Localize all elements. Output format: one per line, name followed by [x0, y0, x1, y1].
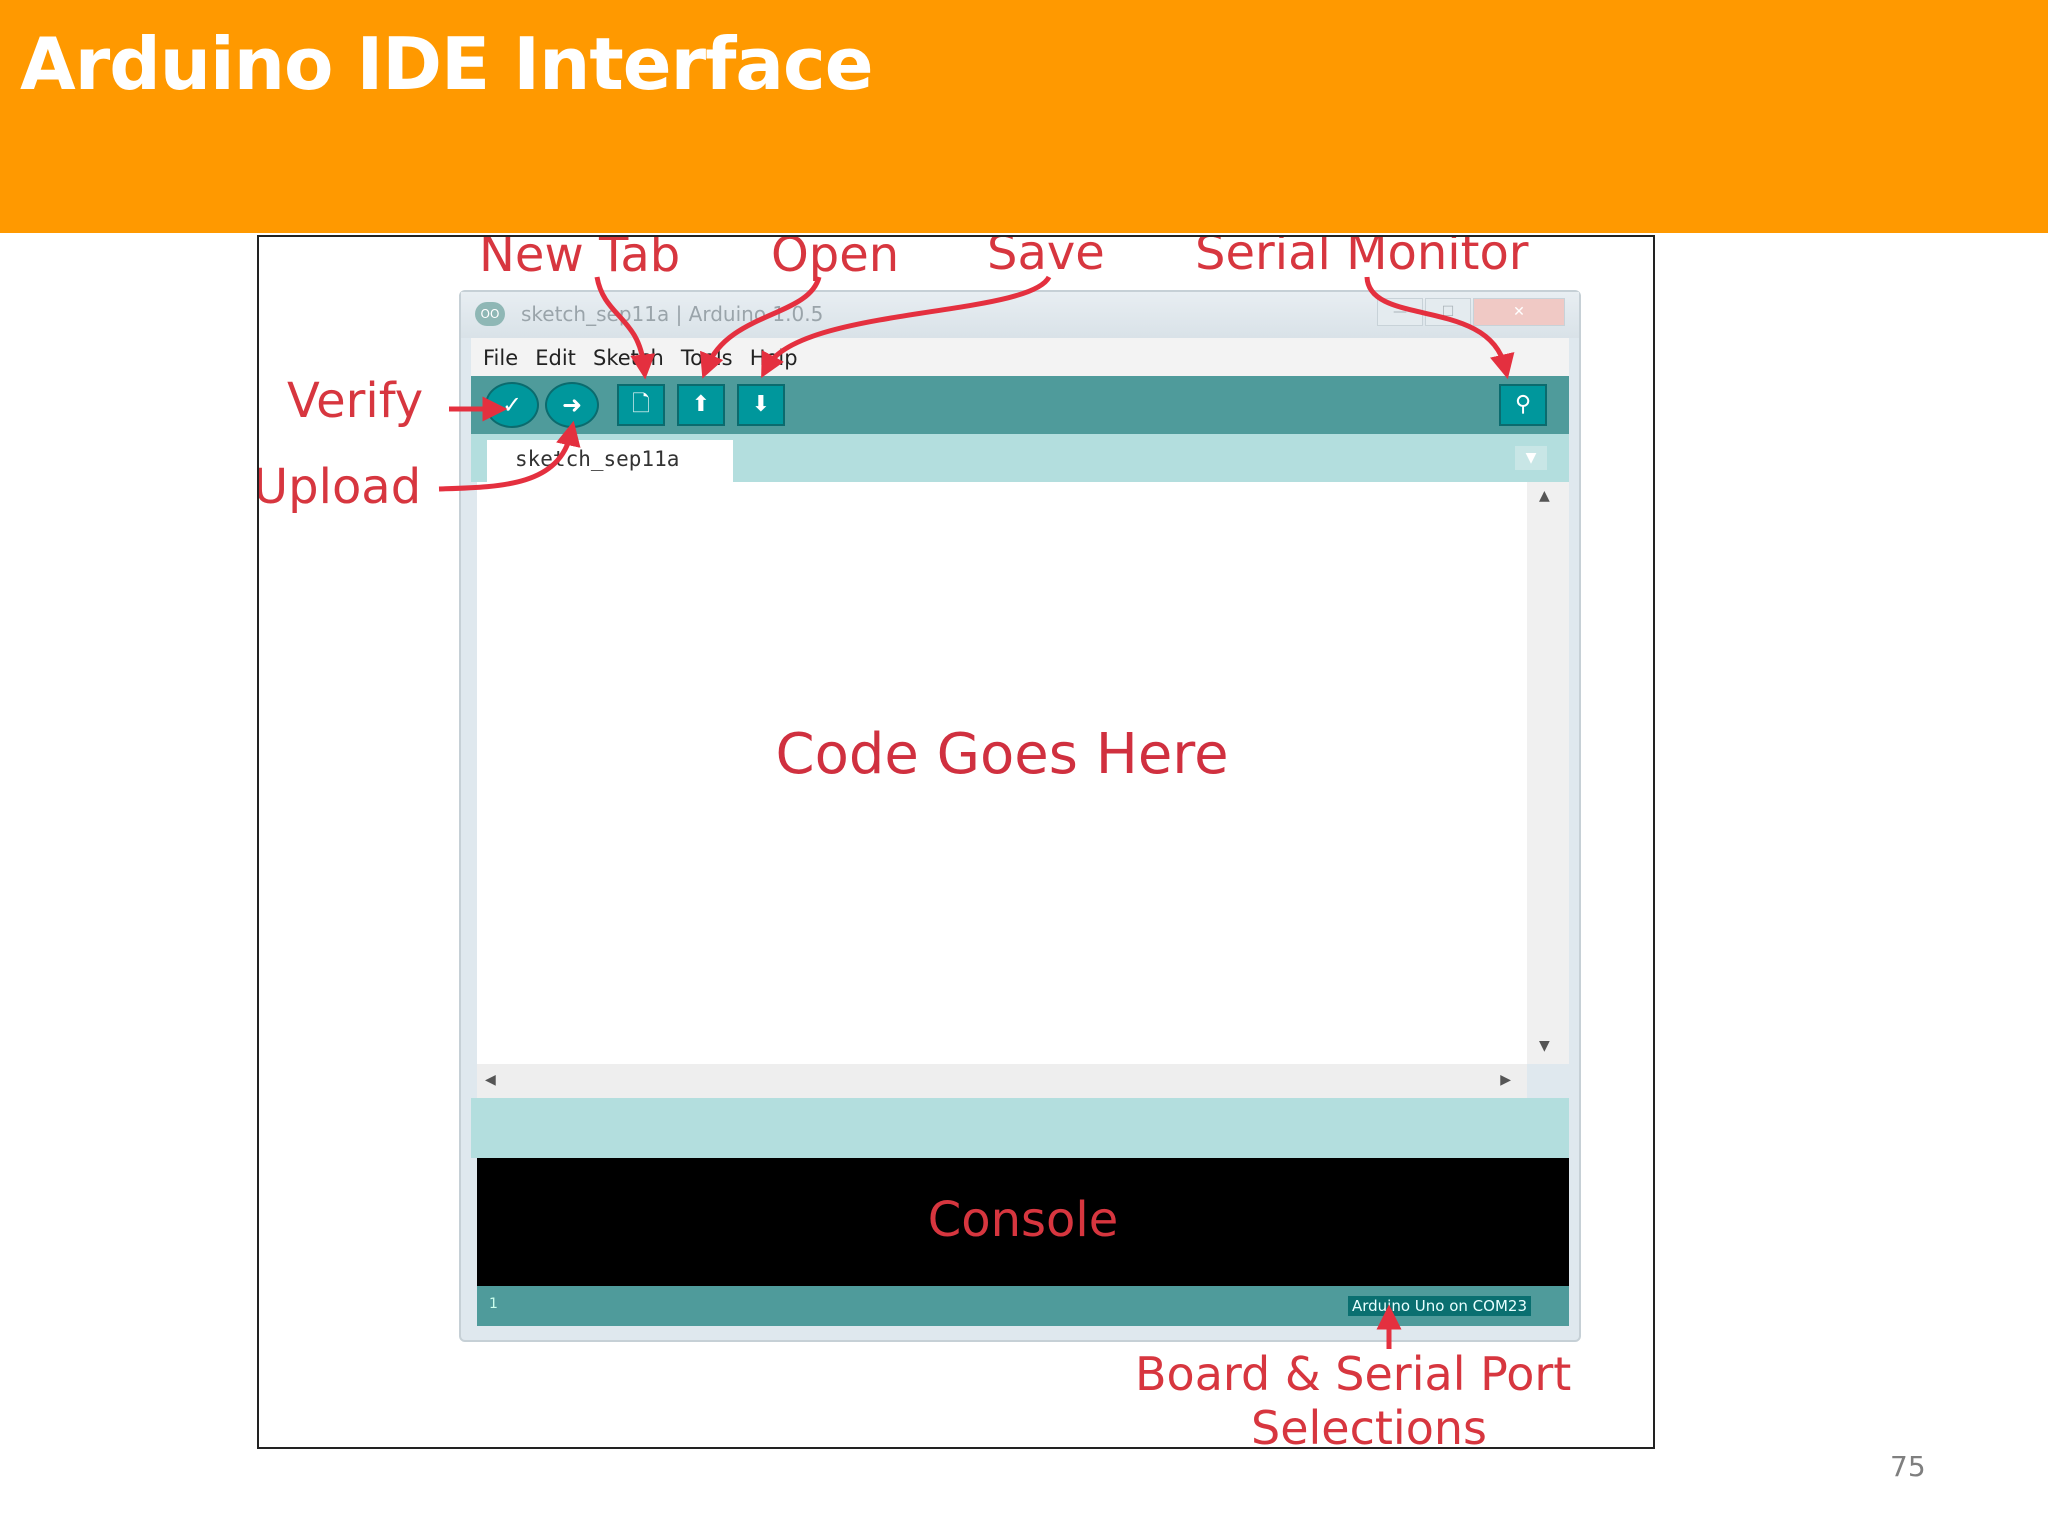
serial-monitor-button[interactable]: ⚲	[1499, 384, 1547, 426]
down-arrow-icon: ⬇	[751, 392, 771, 417]
ide-window: OO sketch_sep11a | Arduino 1.0.5 — ☐ ✕ Fil…	[459, 290, 1581, 1342]
console-output: Console	[477, 1158, 1569, 1286]
window-controls: — ☐ ✕	[1375, 298, 1565, 328]
code-editor[interactable]: Code Goes Here	[477, 482, 1527, 1064]
menu-edit[interactable]: Edit	[535, 346, 576, 370]
verify-button[interactable]: ✓	[485, 382, 539, 428]
checkmark-icon: ✓	[501, 391, 523, 419]
window-titlebar: OO sketch_sep11a | Arduino 1.0.5 — ☐ ✕	[461, 292, 1579, 338]
status-bar: 1 Arduino Uno on COM23	[477, 1286, 1569, 1326]
up-arrow-icon: ⬆	[691, 392, 711, 417]
scroll-down-icon[interactable]: ▼	[1539, 1038, 1550, 1054]
upload-button[interactable]: ➜	[545, 382, 599, 428]
scroll-up-icon[interactable]: ▲	[1539, 488, 1550, 504]
menu-tools[interactable]: Tools	[681, 346, 733, 370]
callout-new-tab: New Tab	[479, 235, 681, 283]
vertical-scrollbar[interactable]: ▲ ▼	[1527, 482, 1569, 1064]
message-area	[471, 1098, 1569, 1158]
board-port-indicator: Arduino Uno on COM23	[1347, 1296, 1531, 1316]
code-area-annotation: Code Goes Here	[775, 722, 1229, 787]
new-file-icon: 🗋	[632, 392, 650, 417]
right-arrow-icon: ➜	[561, 391, 583, 419]
minimize-icon[interactable]: —	[1377, 298, 1423, 326]
callout-serial-monitor: Serial Monitor	[1195, 235, 1529, 281]
new-button[interactable]: 🗋	[617, 384, 665, 426]
menu-file[interactable]: File	[483, 346, 518, 370]
toolbar: ✓ ➜ 🗋 ⬆ ⬇ ⚲	[471, 376, 1569, 434]
menubar: File Edit Sketch Tools Help	[471, 338, 1569, 376]
callout-verify: Verify	[287, 373, 424, 429]
figure-frame: OO sketch_sep11a | Arduino 1.0.5 — ☐ ✕ Fil…	[257, 235, 1655, 1449]
callout-open: Open	[771, 235, 900, 283]
arduino-logo-icon: OO	[475, 302, 505, 326]
save-button[interactable]: ⬇	[737, 384, 785, 426]
menu-help[interactable]: Help	[750, 346, 798, 370]
line-number: 1	[489, 1296, 498, 1312]
menu-sketch[interactable]: Sketch	[593, 346, 664, 370]
horizontal-scrollbar[interactable]: ◀ ▶	[477, 1064, 1527, 1098]
scroll-left-icon[interactable]: ◀	[485, 1072, 496, 1088]
callout-board-serial-line2: Selections	[1251, 1401, 1487, 1449]
console-annotation: Console	[927, 1192, 1119, 1248]
callout-upload: Upload	[257, 459, 422, 515]
tab-sketch[interactable]: sketch_sep11a	[487, 440, 733, 482]
callout-save: Save	[987, 235, 1105, 281]
page-number: 75	[1890, 1450, 1926, 1483]
scroll-right-icon[interactable]: ▶	[1500, 1072, 1511, 1088]
close-icon[interactable]: ✕	[1473, 298, 1565, 326]
chevron-down-icon[interactable]: ▼	[1515, 446, 1547, 470]
open-button[interactable]: ⬆	[677, 384, 725, 426]
header-bar: Arduino IDE Interface	[0, 0, 2048, 233]
maximize-icon[interactable]: ☐	[1425, 298, 1471, 326]
callout-board-serial-line1: Board & Serial Port	[1135, 1347, 1572, 1401]
slide-title: Arduino IDE Interface	[20, 22, 874, 106]
tab-bar: sketch_sep11a ▼	[471, 434, 1569, 482]
magnifier-icon: ⚲	[1514, 392, 1532, 417]
window-title: sketch_sep11a | Arduino 1.0.5	[521, 302, 824, 326]
